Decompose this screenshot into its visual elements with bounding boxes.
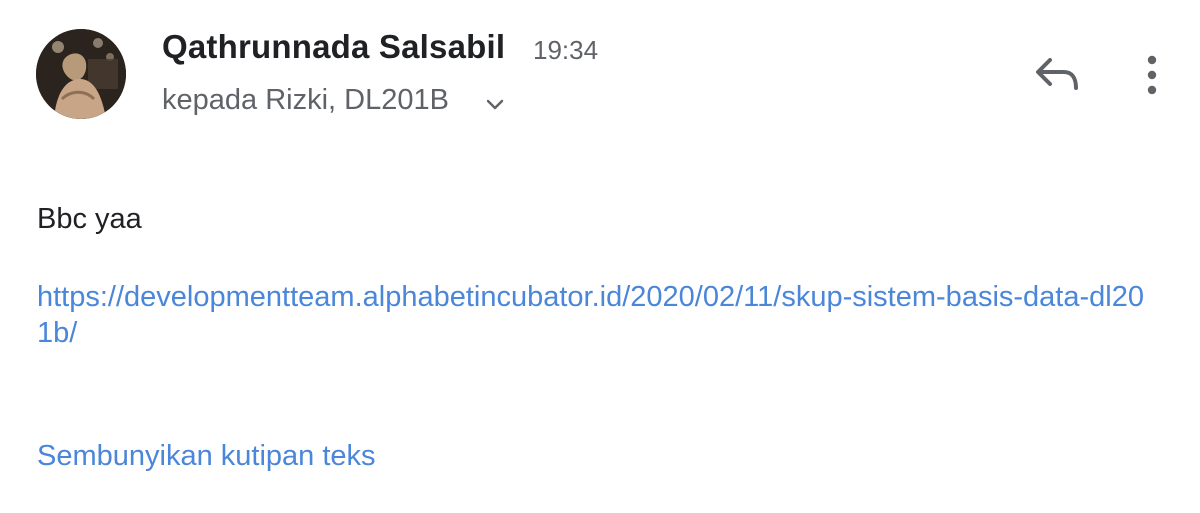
sender-name: Qathrunnada Salsabil	[162, 28, 506, 65]
email-message-view: Qathrunnada Salsabil 19:34 kepada Rizki,…	[0, 0, 1200, 513]
reply-button[interactable]	[1030, 52, 1084, 98]
more-vert-icon	[1147, 55, 1157, 95]
sender-avatar[interactable]	[36, 29, 126, 119]
message-time: 19:34	[533, 35, 599, 65]
message-body-text: Bbc yaa	[37, 203, 142, 235]
hide-quoted-text-button[interactable]: Sembunyikan kutipan teks	[37, 440, 376, 473]
recipients-line[interactable]: kepada Rizki, DL201B	[162, 84, 449, 117]
reply-icon	[1036, 58, 1078, 90]
avatar-photo	[36, 29, 126, 119]
more-options-button[interactable]	[1134, 50, 1170, 100]
chevron-down-icon[interactable]	[484, 93, 506, 115]
message-link[interactable]: https://developmentteam.alphabetincubato…	[37, 279, 1157, 351]
